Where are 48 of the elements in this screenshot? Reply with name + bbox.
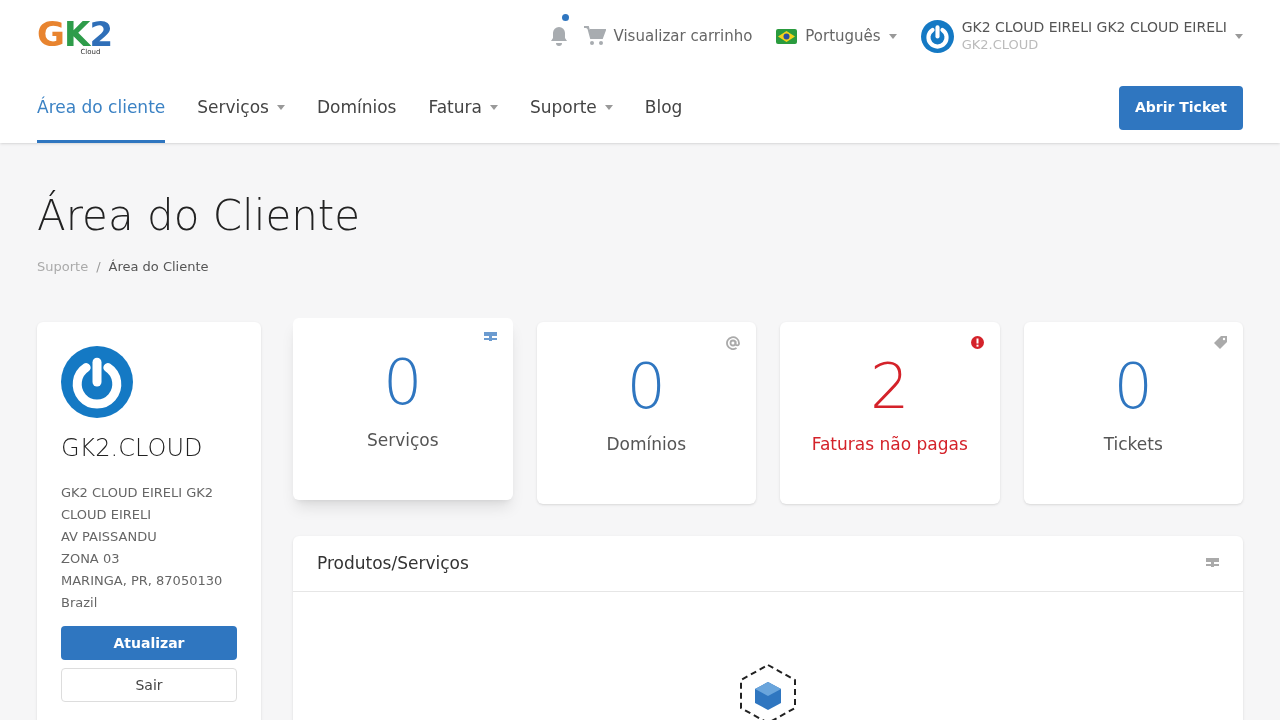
stat-card[interactable]: 0 Serviços: [293, 318, 513, 500]
stat-count: 2: [870, 356, 910, 418]
open-ticket-button[interactable]: Abrir Ticket: [1118, 85, 1243, 130]
stat-card[interactable]: 2 Faturas não pagas: [780, 322, 1000, 504]
power-logo-icon: [61, 346, 133, 418]
nav-tab[interactable]: Blog: [644, 72, 683, 143]
nav-tab[interactable]: Área do cliente: [37, 72, 166, 143]
language-selector[interactable]: Português: [805, 24, 897, 48]
stat-count: 0: [626, 356, 666, 418]
server-icon: [1206, 558, 1219, 569]
nav-tab[interactable]: Serviços: [197, 72, 285, 143]
breadcrumb-separator: /: [96, 257, 101, 276]
nav-tab[interactable]: Domínios: [316, 72, 397, 143]
stat-card[interactable]: 0 Tickets: [1023, 322, 1243, 504]
at-sign-icon: [726, 336, 740, 350]
nav-tab[interactable]: Fatura: [428, 72, 498, 143]
caret-icon: [888, 33, 897, 39]
server-icon: [483, 332, 497, 343]
update-button[interactable]: Atualizar: [61, 626, 237, 660]
logout-button[interactable]: Sair: [61, 668, 237, 702]
stat-label: Tickets: [1103, 433, 1163, 456]
page-title: Área do Cliente: [37, 190, 362, 242]
stat-label: Domínios: [606, 433, 686, 456]
address-line: GK2 CLOUD EIRELI GK2 CLOUD EIRELI: [61, 484, 215, 524]
stat-label: Faturas não pagas: [811, 433, 968, 456]
address-line: ZONA 03: [61, 550, 121, 568]
profile-name: GK2.CLOUD: [61, 433, 204, 464]
nav-tab[interactable]: Suporte: [529, 72, 613, 143]
breadcrumb-item: Área do Cliente: [108, 257, 209, 276]
tag-icon: [1214, 336, 1227, 349]
address-line: AV PAISSANDU: [61, 528, 158, 546]
address-line: Brazil: [61, 594, 99, 612]
bell-icon[interactable]: [549, 26, 568, 46]
alert-icon: [970, 336, 984, 349]
power-logo-icon: [920, 19, 954, 53]
panel-title: Produtos/Serviços: [317, 551, 469, 575]
stat-count: 0: [383, 352, 423, 414]
cart-icon: [583, 26, 606, 46]
account-name[interactable]: GK2 CLOUD EIRELI GK2 CLOUD EIRELI: [961, 19, 1227, 37]
stat-label: Serviços: [366, 429, 439, 452]
account-company: GK2.CLOUD: [961, 36, 1040, 53]
caret-icon: [1235, 33, 1243, 39]
stat-count: 0: [1113, 356, 1153, 418]
address-line: MARINGA, PR, 87050130: [61, 572, 224, 590]
cart-link[interactable]: Visualizar carrinho: [613, 24, 753, 48]
brazil-flag-icon: [776, 28, 798, 44]
stat-card[interactable]: 0 Domínios: [536, 322, 756, 504]
hexagon-cube-icon: [739, 664, 797, 720]
